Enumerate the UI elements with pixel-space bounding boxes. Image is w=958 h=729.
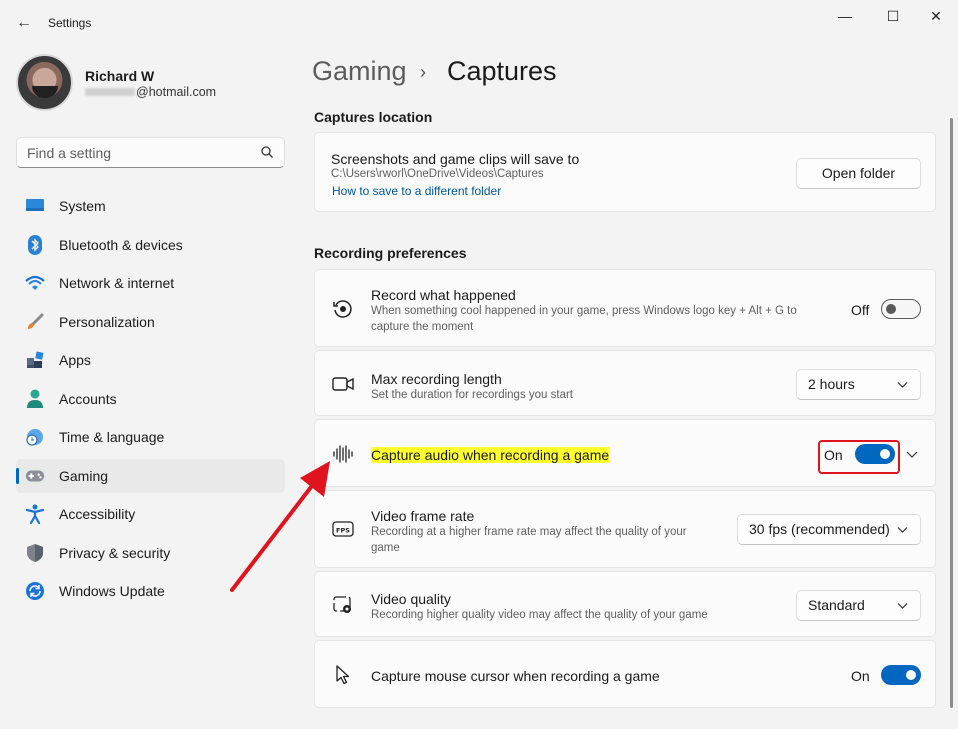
annotation-arrow	[230, 461, 330, 592]
scrollbar[interactable]	[950, 118, 953, 708]
